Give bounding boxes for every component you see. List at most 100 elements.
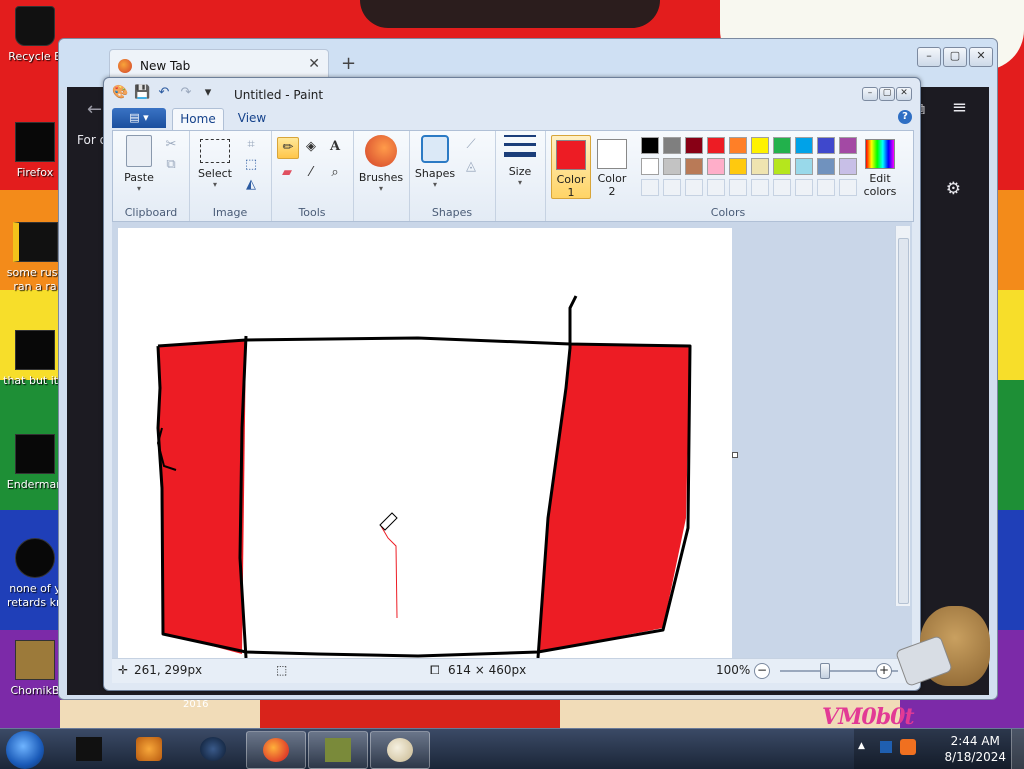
- copy-icon[interactable]: ⧉: [161, 155, 181, 175]
- minimize-button[interactable]: –: [862, 87, 878, 101]
- gear-icon[interactable]: ⚙: [946, 179, 961, 199]
- palette-swatch[interactable]: [641, 158, 659, 175]
- tab-view[interactable]: View: [232, 108, 272, 128]
- paint-tray-icon[interactable]: [900, 739, 916, 755]
- palette-swatch[interactable]: [641, 179, 659, 196]
- palette-swatch[interactable]: [707, 137, 725, 154]
- show-hidden-icons[interactable]: ▲: [858, 741, 865, 751]
- restore-button[interactable]: ▢: [879, 87, 895, 101]
- palette-swatch[interactable]: [685, 137, 703, 154]
- palette-swatch[interactable]: [707, 179, 725, 196]
- palette-swatch[interactable]: [707, 158, 725, 175]
- palette-swatch[interactable]: [685, 179, 703, 196]
- tab-home[interactable]: Home: [172, 108, 224, 130]
- close-button[interactable]: ✕: [896, 87, 912, 101]
- cut-icon[interactable]: ✂: [161, 135, 181, 155]
- paint-app-icon[interactable]: 🎨: [112, 86, 128, 100]
- palette-swatch[interactable]: [773, 158, 791, 175]
- text-icon[interactable]: A: [325, 137, 345, 157]
- start-button[interactable]: [6, 731, 44, 769]
- fill-shape-icon[interactable]: ◬: [461, 157, 481, 177]
- palette-swatch[interactable]: [641, 137, 659, 154]
- undo-icon[interactable]: ↶: [156, 86, 172, 100]
- pencil-icon[interactable]: ✏: [277, 137, 299, 159]
- taskbar-sandbox[interactable]: [308, 731, 368, 769]
- palette-swatch[interactable]: [685, 158, 703, 175]
- palette-swatch[interactable]: [795, 137, 813, 154]
- minimize-button[interactable]: –: [917, 47, 941, 67]
- pencil-cursor-icon: [379, 512, 398, 531]
- paint-palette-icon: [387, 738, 413, 762]
- palette-swatch[interactable]: [839, 179, 857, 196]
- eraser-icon[interactable]: ▰: [277, 163, 297, 183]
- taskbar-media-player[interactable]: [120, 731, 178, 767]
- outline-icon[interactable]: ⟋: [461, 135, 481, 155]
- palette-swatch[interactable]: [773, 179, 791, 196]
- save-icon[interactable]: 💾: [134, 86, 150, 100]
- taskbar-pinned-1[interactable]: [60, 731, 118, 767]
- canvas-size-icon: ⧠: [430, 663, 440, 677]
- taskbar-paint[interactable]: [370, 731, 430, 769]
- rotate-icon[interactable]: ◭: [241, 175, 261, 195]
- firefox-favicon-icon: [118, 59, 132, 73]
- palette-swatch[interactable]: [817, 158, 835, 175]
- brushes-button[interactable]: Brushes ▾: [357, 135, 405, 193]
- zoom-in-button[interactable]: +: [876, 663, 892, 679]
- select-button[interactable]: Select ▾: [195, 135, 235, 189]
- palette-swatch[interactable]: [663, 137, 681, 154]
- paste-label: Paste: [124, 171, 154, 184]
- maximize-button[interactable]: ▢: [943, 47, 967, 67]
- paint-titlebar[interactable]: 🎨 💾 ↶ ↷ ▾ Untitled - Paint – ▢ ✕: [104, 78, 920, 108]
- paint-window[interactable]: 🎨 💾 ↶ ↷ ▾ Untitled - Paint – ▢ ✕ ▤ ▾ Hom…: [103, 77, 921, 691]
- paste-button[interactable]: Paste ▾: [119, 135, 159, 193]
- resize-icon[interactable]: ⬚: [241, 155, 261, 175]
- palette-swatch[interactable]: [751, 137, 769, 154]
- color1-button[interactable]: Color 1: [551, 135, 591, 199]
- paint-menu-button[interactable]: ▤ ▾: [112, 108, 166, 128]
- hamburger-menu-icon[interactable]: ≡: [952, 97, 967, 118]
- brush-icon: [365, 135, 397, 167]
- canvas-resize-handle[interactable]: [732, 452, 738, 458]
- clock[interactable]: 2:44 AM 8/18/2024: [944, 733, 1006, 765]
- edit-colors-button[interactable]: Edit colors: [857, 135, 903, 198]
- palette-swatch[interactable]: [839, 158, 857, 175]
- palette-swatch[interactable]: [817, 137, 835, 154]
- palette-swatch[interactable]: [729, 158, 747, 175]
- palette-swatch[interactable]: [839, 137, 857, 154]
- back-arrow-icon[interactable]: ←: [87, 99, 102, 120]
- vertical-scrollbar[interactable]: [895, 226, 910, 606]
- zoom-slider-thumb[interactable]: [820, 663, 830, 679]
- new-tab-icon[interactable]: +: [341, 53, 356, 74]
- close-tab-icon[interactable]: ✕: [308, 56, 320, 72]
- zoom-out-button[interactable]: −: [754, 663, 770, 679]
- cursor-position: 261, 299px: [134, 663, 203, 677]
- show-desktop-button[interactable]: [1011, 729, 1024, 769]
- scrollbar-thumb[interactable]: [898, 238, 909, 604]
- palette-swatch[interactable]: [663, 158, 681, 175]
- palette-swatch[interactable]: [663, 179, 681, 196]
- palette-swatch[interactable]: [751, 179, 769, 196]
- crop-icon[interactable]: ⌗: [241, 135, 261, 155]
- palette-swatch[interactable]: [729, 137, 747, 154]
- shapes-button[interactable]: Shapes ▾: [413, 135, 457, 189]
- size-button[interactable]: Size ▾: [499, 135, 541, 187]
- brushes-group: Brushes ▾: [353, 131, 410, 221]
- palette-swatch[interactable]: [773, 137, 791, 154]
- palette-swatch[interactable]: [795, 179, 813, 196]
- customize-qat-icon[interactable]: ▾: [200, 86, 216, 100]
- color2-button[interactable]: Color 2: [593, 135, 631, 198]
- palette-swatch[interactable]: [751, 158, 769, 175]
- redo-icon[interactable]: ↷: [178, 86, 194, 100]
- palette-swatch[interactable]: [729, 179, 747, 196]
- help-icon[interactable]: ?: [898, 110, 912, 124]
- drawing-canvas[interactable]: [118, 228, 732, 658]
- taskbar-globe[interactable]: [184, 731, 242, 767]
- palette-swatch[interactable]: [817, 179, 835, 196]
- fill-icon[interactable]: ◈: [301, 137, 321, 157]
- network-icon[interactable]: [880, 741, 892, 753]
- palette-swatch[interactable]: [795, 158, 813, 175]
- magnifier-icon[interactable]: ⌕: [325, 163, 345, 183]
- color-picker-icon[interactable]: ⁄: [301, 163, 321, 183]
- taskbar-firefox[interactable]: [246, 731, 306, 769]
- close-button[interactable]: ✕: [969, 47, 993, 67]
